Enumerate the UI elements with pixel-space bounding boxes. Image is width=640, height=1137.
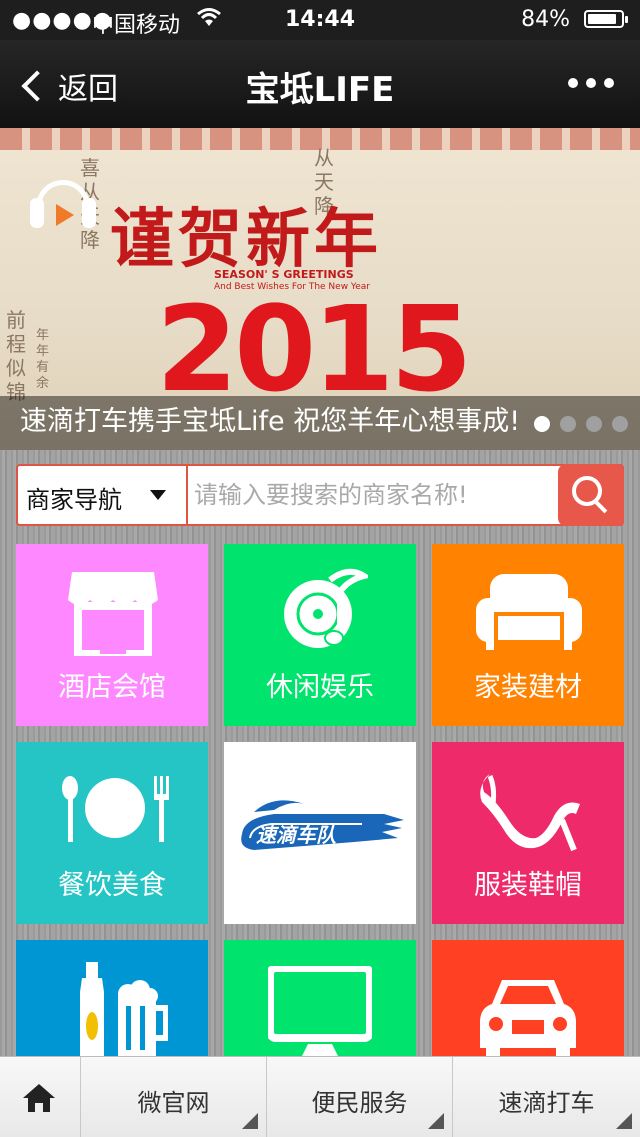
battery-percent: 84% xyxy=(521,7,570,32)
pager-dot[interactable] xyxy=(612,416,628,432)
tile-bar[interactable] xyxy=(16,940,208,1056)
logo-text: 速滴车队 xyxy=(256,823,337,847)
dot-icon xyxy=(586,78,596,88)
car-icon xyxy=(480,980,576,1056)
sofa-icon xyxy=(476,574,582,650)
tab-label: 便民服务 xyxy=(311,1089,408,1117)
pager-dot[interactable] xyxy=(560,416,576,432)
page-title: 宝坻LIFE xyxy=(245,70,395,110)
search-input[interactable] xyxy=(190,466,558,524)
tile-leisure[interactable]: 休闲娱乐 xyxy=(224,544,416,726)
tile-apparel[interactable]: 服装鞋帽 xyxy=(432,742,624,924)
tile-electronics[interactable] xyxy=(224,940,416,1056)
tile-home-decor[interactable]: 家装建材 xyxy=(432,544,624,726)
tab-services[interactable]: 便民服务 xyxy=(266,1057,452,1137)
dot-icon xyxy=(568,78,578,88)
tile-sudi-fleet[interactable]: 速滴车队 xyxy=(224,742,416,924)
pager-dot[interactable] xyxy=(534,416,550,432)
banner-decoration: 前程似锦 xyxy=(6,308,26,404)
banner-caption: 速滴打车携手宝坻Life 祝您羊年心想事成! xyxy=(20,406,521,437)
caret-down-icon xyxy=(150,490,166,500)
tile-label: 服装鞋帽 xyxy=(474,870,582,901)
banner-decoration: 年年有余 xyxy=(36,328,50,391)
tile-label: 家装建材 xyxy=(474,672,582,703)
search-bar: 商家导航 xyxy=(16,464,624,526)
high-heel-icon xyxy=(480,774,580,852)
banner-greeting: 谨贺新年 xyxy=(110,202,382,277)
status-bar: ●●●●● 中国移动 14:44 84% xyxy=(0,0,640,40)
banner-pager[interactable] xyxy=(534,416,628,432)
tile-hotel[interactable]: 酒店会馆 xyxy=(16,544,208,726)
bottom-tab-bar: 微官网 便民服务 速滴打车 xyxy=(0,1056,640,1137)
beer-icon xyxy=(80,962,168,1056)
tab-taxi[interactable]: 速滴打车 xyxy=(452,1057,640,1137)
monitor-icon xyxy=(268,966,372,1056)
banner-caption-bar: 速滴打车携手宝坻Life 祝您羊年心想事成! xyxy=(0,396,640,450)
tile-label: 餐饮美食 xyxy=(58,870,166,901)
tab-website[interactable]: 微官网 xyxy=(80,1057,266,1137)
music-play-icon[interactable] xyxy=(30,180,96,236)
submenu-indicator-icon xyxy=(242,1113,258,1129)
storefront-icon xyxy=(68,572,158,656)
more-menu-button[interactable] xyxy=(568,78,614,88)
sudi-fleet-logo: 速滴车队 xyxy=(241,800,404,850)
home-icon xyxy=(23,1084,55,1112)
tile-dining[interactable]: 餐饮美食 xyxy=(16,742,208,924)
plate-cutlery-icon xyxy=(62,776,169,842)
submenu-indicator-icon xyxy=(616,1113,632,1129)
dot-icon xyxy=(604,78,614,88)
submenu-indicator-icon xyxy=(428,1113,444,1129)
category-value: 商家导航 xyxy=(26,486,122,514)
promo-banner[interactable]: 前程似锦 年年有余 喜从天降 从天降 谨贺新年 SEASON' S GREETI… xyxy=(0,128,640,450)
home-tab[interactable] xyxy=(0,1057,80,1137)
search-button[interactable] xyxy=(558,464,624,526)
tab-label: 微官网 xyxy=(137,1089,210,1117)
battery-icon xyxy=(584,10,628,28)
search-icon-handle xyxy=(594,500,608,514)
tile-label: 休闲娱乐 xyxy=(266,672,374,703)
music-disc-icon xyxy=(284,568,368,648)
tab-label: 速滴打车 xyxy=(498,1089,595,1117)
nav-bar: 返回 宝坻LIFE xyxy=(0,40,640,128)
tile-auto[interactable] xyxy=(432,940,624,1056)
tile-label: 酒店会馆 xyxy=(58,672,166,703)
category-select[interactable]: 商家导航 xyxy=(18,466,188,524)
pager-dot[interactable] xyxy=(586,416,602,432)
